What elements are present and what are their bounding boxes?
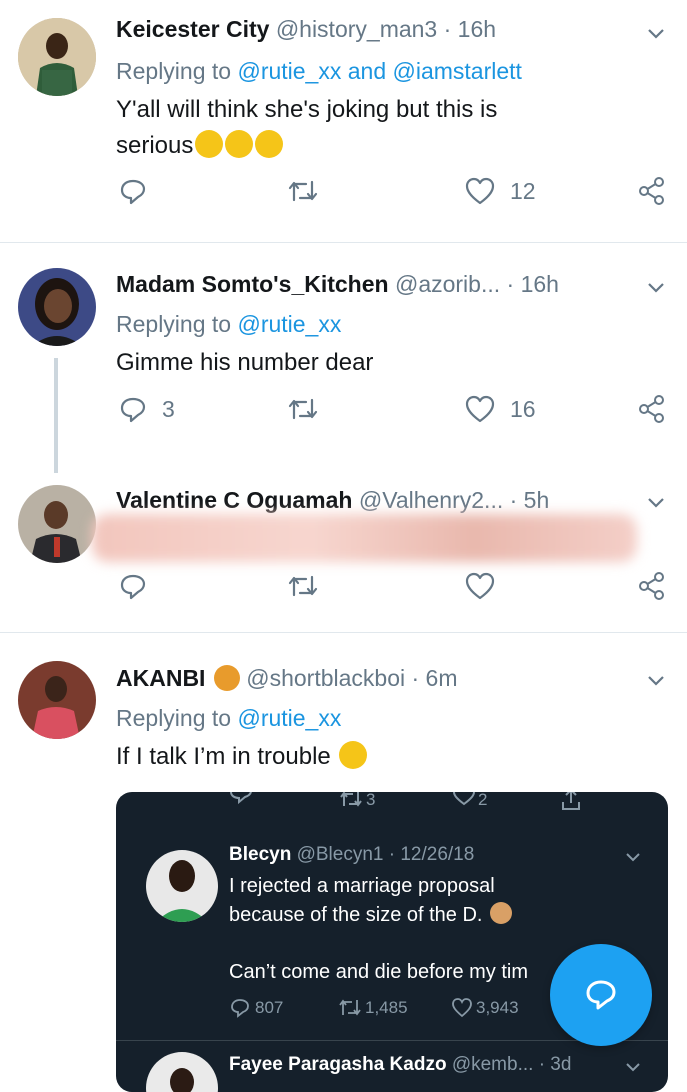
- heart-icon: [452, 998, 472, 1018]
- reply-button[interactable]: [118, 571, 162, 601]
- share-icon: [639, 395, 664, 423]
- tweet-header: Madam Somto's_Kitchen @azorib... · 16h: [116, 271, 629, 298]
- share-button[interactable]: [637, 571, 667, 601]
- tweet-actions: 12: [0, 176, 687, 216]
- handle[interactable]: @azorib...: [395, 271, 500, 297]
- tweet-header: Fayee Paragasha Kadzo @kemb... · 3d: [229, 1054, 571, 1076]
- retweet-button[interactable]: [286, 571, 334, 601]
- reply-icon: [120, 397, 146, 423]
- reply-icon: [229, 792, 252, 805]
- handle[interactable]: @history_man3: [276, 16, 437, 42]
- retweet-icon: [339, 999, 361, 1016]
- handle[interactable]: @kemb... · 3d: [452, 1054, 572, 1075]
- tweet-actions: 3 16: [0, 394, 687, 434]
- handle[interactable]: @Valhenry2...: [359, 487, 503, 513]
- replying-to: Replying to @rutie_xx: [116, 705, 342, 731]
- tweet-3[interactable]: Valentine C Oguamah @Valhenry2... · 5h: [0, 469, 687, 632]
- retweet-button[interactable]: [286, 394, 334, 424]
- tweet-header: AKANBI @shortblackboi · 6m: [116, 665, 629, 692]
- reply-button[interactable]: 807: [229, 997, 283, 1019]
- timestamp[interactable]: · 5h: [510, 487, 550, 513]
- retweet-icon: [288, 398, 318, 420]
- retweet-icon: [288, 180, 318, 202]
- display-name[interactable]: Keicester City: [116, 16, 269, 42]
- tweet-1[interactable]: Keicester City @history_man3 · 16h Reply…: [0, 0, 687, 242]
- avatar[interactable]: [18, 268, 96, 346]
- heart-icon: [465, 572, 495, 600]
- avatar[interactable]: [18, 485, 96, 563]
- handle[interactable]: @Blecyn1 · 12/26/18: [297, 844, 475, 865]
- tears-of-joy-emoji-icon: [195, 130, 224, 158]
- reply-button[interactable]: 3: [118, 394, 175, 424]
- chevron-down-icon[interactable]: [645, 276, 667, 298]
- share-icon: [562, 792, 580, 810]
- retweet-button[interactable]: 1,485: [337, 997, 408, 1019]
- avatar[interactable]: [18, 661, 96, 739]
- zipper-mouth-emoji-icon: [339, 741, 368, 769]
- display-name[interactable]: Blecyn: [229, 844, 291, 865]
- retweet-icon: [288, 575, 318, 597]
- tweet-header: Valentine C Oguamah @Valhenry2... · 5h: [116, 487, 629, 514]
- replying-to: Replying to @rutie_xx: [116, 311, 342, 337]
- reply-icon: [586, 980, 616, 1010]
- chevron-down-icon[interactable]: [624, 848, 642, 866]
- reply-icon: [231, 999, 249, 1018]
- reply-icon: [120, 574, 146, 600]
- chevron-down-icon[interactable]: [645, 491, 667, 513]
- display-name[interactable]: Madam Somto's_Kitchen: [116, 271, 389, 297]
- tweet-text: If I talk I’m in trouble: [116, 739, 636, 775]
- timestamp[interactable]: · 6m: [412, 665, 458, 691]
- retweet-icon: [340, 792, 362, 807]
- timestamp[interactable]: · 16h: [507, 271, 559, 297]
- avatar[interactable]: [146, 850, 218, 922]
- avatar[interactable]: [146, 1052, 218, 1092]
- tweet-header: Blecyn @Blecyn1 · 12/26/18: [229, 844, 474, 866]
- compose-reply-button[interactable]: [550, 944, 652, 1046]
- share-button[interactable]: [637, 394, 667, 424]
- heart-icon: [452, 792, 476, 806]
- like-count: 2: [478, 792, 488, 809]
- like-button[interactable]: 12: [464, 176, 536, 206]
- reply-icon: [120, 179, 146, 205]
- embedded-screenshot[interactable]: 3 2 Blecyn @Blecyn1 · 12/26/18 I rejecte…: [116, 792, 668, 1092]
- tweet-2[interactable]: Madam Somto's_Kitchen @azorib... · 16h R…: [0, 243, 687, 473]
- like-button[interactable]: 3,943: [451, 997, 519, 1019]
- chevron-down-icon[interactable]: [624, 1058, 642, 1076]
- mention-link[interactable]: @rutie_xx: [237, 311, 341, 337]
- share-icon: [639, 177, 664, 205]
- display-name[interactable]: Valentine C Oguamah: [116, 487, 352, 513]
- lion-emoji-icon: [213, 665, 240, 691]
- handle[interactable]: @shortblackboi: [246, 665, 405, 691]
- heart-icon: [465, 177, 495, 205]
- tweet-header: Keicester City @history_man3 · 16h: [116, 16, 629, 43]
- tweet-text: Y'all will think she's joking but this i…: [116, 96, 498, 159]
- timestamp[interactable]: · 16h: [444, 16, 496, 42]
- redacted-text: [92, 514, 637, 562]
- tears-of-joy-emoji-icon: [255, 130, 284, 158]
- next-reply[interactable]: Fayee Paragasha Kadzo @kemb... · 3d: [116, 1042, 668, 1092]
- share-icon: [639, 572, 664, 600]
- avatar[interactable]: [18, 18, 96, 96]
- chevron-down-icon[interactable]: [645, 22, 667, 44]
- display-name[interactable]: AKANBI: [116, 665, 205, 691]
- heart-icon: [465, 395, 495, 423]
- tears-of-joy-emoji-icon: [225, 130, 254, 158]
- woman-shrugging-emoji-icon: [490, 902, 513, 924]
- retweet-button[interactable]: [286, 176, 334, 206]
- display-name[interactable]: Fayee Paragasha Kadzo: [229, 1054, 447, 1075]
- reply-button[interactable]: [118, 176, 162, 206]
- like-button[interactable]: 16: [464, 394, 536, 424]
- mention-link[interactable]: @rutie_xx and @iamstarlett: [237, 58, 521, 84]
- replying-to: Replying to @rutie_xx and @iamstarlett: [116, 58, 522, 84]
- mention-link[interactable]: @rutie_xx: [237, 705, 341, 731]
- tweet-text: Gimme his number dear: [116, 349, 374, 376]
- share-button[interactable]: [637, 176, 667, 206]
- retweet-count: 3: [366, 792, 376, 809]
- chevron-down-icon[interactable]: [645, 669, 667, 691]
- like-button[interactable]: [464, 571, 510, 601]
- tweet-actions: [0, 571, 687, 611]
